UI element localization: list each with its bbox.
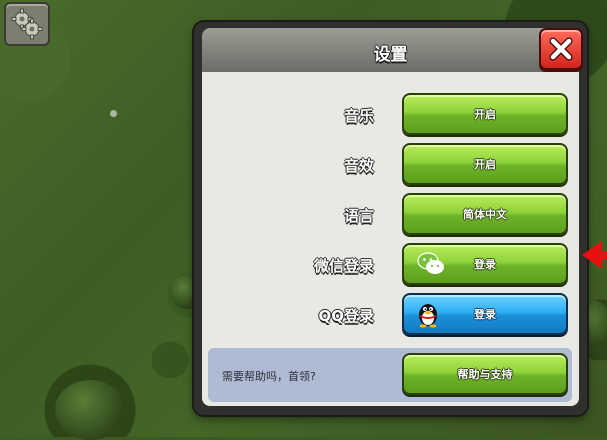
music-toggle-label: 开启: [474, 108, 496, 121]
music-toggle-button[interactable]: 开启: [402, 93, 568, 135]
close-x-icon: [549, 37, 573, 61]
snow-particle: [110, 110, 117, 117]
sound-effects-toggle-button[interactable]: 开启: [402, 143, 568, 185]
sound-effects-label: 音效: [343, 157, 374, 175]
pointer-arrow-tail: [600, 251, 607, 259]
qq-login-label: QQ登录: [318, 307, 374, 325]
wechat-login-text: 登录: [474, 258, 496, 271]
language-select-label: 简体中文: [463, 208, 507, 221]
help-support-label: 帮助与支持: [457, 368, 513, 381]
help-support-button[interactable]: 帮助与支持: [402, 353, 568, 395]
settings-dialog: 设置 音乐 开启 音效 开启 语言 简体中文 微信登录 登录 QQ登录 登录 需…: [194, 22, 587, 415]
wechat-login-button[interactable]: 登录: [402, 243, 568, 285]
tree: [55, 380, 125, 440]
music-label: 音乐: [343, 107, 374, 125]
qq-penguin-icon: [419, 304, 437, 328]
language-select-button[interactable]: 简体中文: [402, 193, 568, 235]
qq-login-text: 登录: [474, 308, 496, 321]
close-button[interactable]: [539, 28, 583, 70]
settings-gear-button[interactable]: [4, 2, 50, 46]
dialog-header: 设置: [202, 28, 579, 72]
dialog-title: 设置: [373, 45, 408, 65]
wechat-login-label: 微信登录: [313, 257, 374, 275]
dialog-body: 音乐 开启 音效 开启 语言 简体中文 微信登录 登录 QQ登录 登录 需要帮助…: [202, 72, 579, 406]
help-bar: 需要帮助吗，首领? 帮助与支持: [208, 348, 572, 402]
sound-effects-toggle-label: 开启: [474, 158, 496, 171]
help-prompt-text: 需要帮助吗，首领?: [222, 370, 316, 383]
qq-login-button[interactable]: 登录: [402, 293, 568, 335]
pointer-arrow-icon: [582, 241, 602, 269]
gear-icon: [11, 8, 43, 40]
language-label: 语言: [343, 207, 374, 225]
wechat-icon: [417, 252, 444, 274]
